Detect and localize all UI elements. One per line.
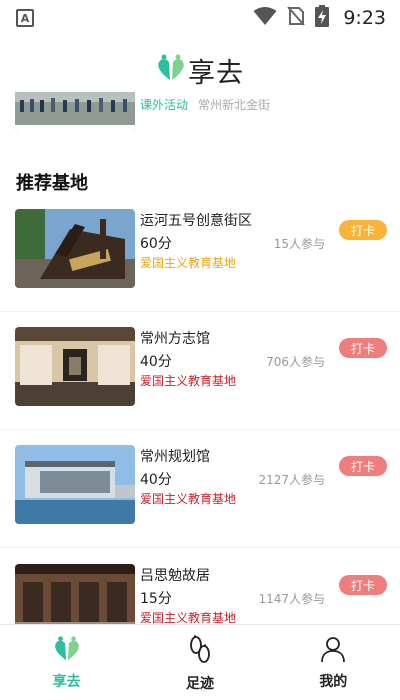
base-score: 15分 [140, 591, 172, 607]
status-bar: A 9:23 [0, 0, 400, 36]
app-header: 享去 [0, 48, 400, 92]
battery-charging-icon [315, 5, 330, 31]
divider [0, 429, 400, 430]
heart-logo-icon [52, 635, 82, 667]
divider [0, 311, 400, 312]
wifi-icon [253, 6, 277, 30]
activity-location: 常州新北金街 [198, 98, 271, 112]
base-image [15, 327, 135, 406]
notification-a-icon: A [16, 9, 34, 27]
participant-count: 1147人参与 [258, 592, 325, 606]
list-item[interactable]: 运河五号创意街区 60分 爱国主义教育基地 15人参与 打卡 [0, 209, 400, 327]
checkin-button[interactable]: 打卡 [339, 575, 387, 595]
list-item[interactable]: 吕思勉故居 15分 爱国主义教育基地 1147人参与 打卡 [0, 564, 400, 624]
activity-image [15, 92, 135, 131]
nav-tab-mine[interactable]: 我的 [267, 625, 400, 700]
participant-count: 706人参与 [266, 355, 325, 369]
nav-label: 我的 [319, 674, 348, 690]
nav-tab-footprints[interactable]: 足迹 [133, 625, 266, 700]
list-item[interactable]: 常州方志馆 40分 爱国主义教育基地 706人参与 打卡 [0, 327, 400, 445]
base-name: 常州方志馆 [140, 331, 210, 347]
bottom-nav: 享去 足迹 我的 [0, 624, 400, 700]
base-image [15, 564, 135, 624]
base-score: 40分 [140, 354, 172, 370]
base-name: 常州规划馆 [140, 449, 210, 465]
base-score: 60分 [140, 236, 172, 252]
base-image [15, 209, 135, 288]
checkin-button[interactable]: 打卡 [339, 220, 387, 240]
base-name: 吕思勉故居 [140, 568, 210, 584]
base-category: 爱国主义教育基地 [140, 256, 237, 270]
footprints-icon [185, 635, 215, 669]
user-icon [319, 635, 347, 667]
no-sim-icon [287, 6, 306, 30]
nav-tab-home[interactable]: 享去 [0, 625, 133, 700]
divider [0, 547, 400, 548]
section-title: 推荐基地 [16, 173, 88, 194]
nav-label: 享去 [52, 674, 81, 690]
participant-count: 2127人参与 [258, 473, 325, 487]
base-category: 爱国主义教育基地 [140, 611, 237, 624]
heart-logo-icon [156, 53, 186, 87]
checkin-button[interactable]: 打卡 [339, 338, 387, 358]
base-category: 爱国主义教育基地 [140, 492, 237, 506]
base-name: 运河五号创意街区 [140, 213, 252, 229]
base-category: 爱国主义教育基地 [140, 374, 237, 388]
base-image [15, 445, 135, 524]
list-item-partial[interactable]: 课外活动 常州新北金街 [15, 92, 385, 132]
page-title: 享去 [188, 57, 244, 89]
checkin-button[interactable]: 打卡 [339, 456, 387, 476]
base-list[interactable]: 课外活动 常州新北金街 推荐基地 运河五号创意街区 60分 爱国主义教育基地 1… [0, 92, 400, 624]
participant-count: 15人参与 [273, 237, 325, 251]
list-item[interactable]: 常州规划馆 40分 爱国主义教育基地 2127人参与 打卡 [0, 445, 400, 563]
activity-tag: 课外活动 [140, 98, 189, 112]
nav-label: 足迹 [185, 676, 214, 692]
clock: 9:23 [343, 7, 386, 29]
base-score: 40分 [140, 472, 172, 488]
